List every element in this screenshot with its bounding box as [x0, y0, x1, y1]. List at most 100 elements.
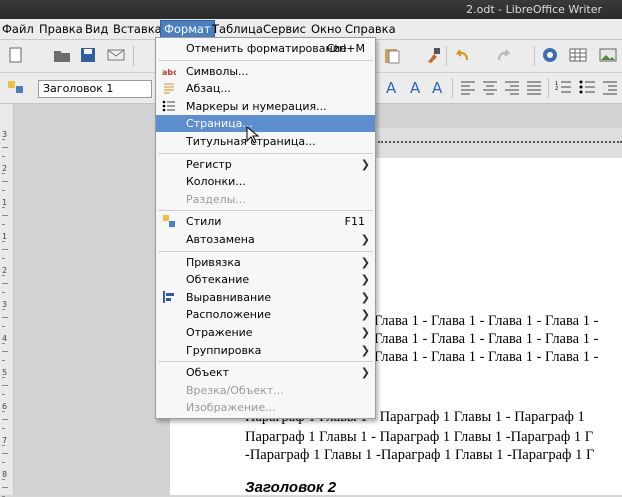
clone-formatting-icon[interactable]	[424, 46, 444, 64]
ruler-tick	[2, 257, 5, 259]
svg-text:A: A	[410, 79, 421, 96]
save-icon[interactable]	[78, 46, 98, 64]
bullets-icon	[162, 99, 176, 113]
format-menu-item[interactable]: Страница...	[156, 115, 375, 133]
ruler-tick	[2, 419, 8, 420]
ruler-tick	[2, 410, 5, 412]
ruler-tick	[2, 181, 8, 182]
ruler-tick	[2, 240, 5, 242]
menu-3[interactable]: Вставка	[113, 22, 162, 36]
menu-item-label: Объект	[186, 366, 230, 380]
align-center-icon[interactable]	[480, 78, 500, 96]
format-menu-item[interactable]: Отменить форматирование Ctrl+M	[156, 40, 375, 57]
menu-item-label: Абзац...	[186, 82, 231, 96]
format-menu-item[interactable]: Колонки...	[156, 173, 375, 190]
header-boundary	[378, 141, 622, 143]
ruler-tick	[2, 249, 8, 250]
menu-item-label: Отражение	[186, 326, 253, 339]
open-folder-icon[interactable]	[52, 46, 72, 64]
image-icon[interactable]	[598, 46, 618, 64]
align-icon	[162, 290, 176, 304]
format-menu-item[interactable]: Маркеры и нумерация...	[156, 98, 375, 115]
numbering-icon[interactable]: 12	[554, 78, 574, 96]
paragraph-line: Параграф 1 Главы 1 - Параграф 1 Главы 1 …	[245, 429, 594, 445]
redo-icon[interactable]	[494, 46, 514, 64]
char-bg-a-icon[interactable]: A	[428, 78, 448, 97]
ruler-tick	[2, 155, 5, 157]
undo-icon[interactable]	[452, 46, 472, 64]
justify-icon[interactable]	[524, 78, 544, 96]
menu-item-label: Отменить форматирование	[186, 42, 347, 55]
vertical-ruler[interactable]: 32112345678	[0, 104, 14, 497]
ruler-tick	[2, 317, 8, 318]
menu-5[interactable]: Таблица	[212, 22, 263, 36]
indent-icon[interactable]	[600, 78, 620, 96]
menu-0[interactable]: Файл	[2, 22, 34, 36]
format-menu-item[interactable]: Обтекание ❯	[156, 271, 375, 288]
format-menu-item[interactable]: Привязка ❯	[156, 254, 375, 271]
styles-icon[interactable]	[6, 78, 26, 96]
align-left-icon[interactable]	[458, 78, 478, 96]
paste-icon[interactable]	[382, 46, 402, 64]
ruler-tick	[2, 427, 5, 429]
new-document-icon[interactable]	[6, 46, 26, 64]
menu-item-shortcut: Ctrl+M	[326, 42, 365, 55]
format-menu-item[interactable]: Автозамена ❯	[156, 231, 375, 248]
window-title: 2.odt - LibreOffice Writer	[466, 3, 602, 16]
menu-item-label: Маркеры и нумерация...	[186, 99, 327, 113]
title-bar: 2.odt - LibreOffice Writer	[0, 0, 622, 19]
format-menu-item[interactable]: Абзац...	[156, 80, 375, 97]
ruler-tick	[2, 215, 8, 216]
menu-item-label: Врезка/Объект...	[186, 383, 284, 397]
menu-8[interactable]: Справка	[345, 22, 396, 36]
ruler-tick	[2, 478, 5, 480]
email-icon[interactable]	[106, 46, 126, 64]
ruler-tick	[2, 487, 8, 488]
ruler-tick	[2, 385, 8, 386]
menu-item-label: Символы...	[186, 64, 249, 78]
menu-separator	[158, 250, 373, 252]
menu-item-label: Стили	[186, 215, 222, 229]
ruler-tick	[2, 138, 5, 140]
menu-1[interactable]: Правка	[39, 22, 83, 36]
paragraph-line: -Параграф 1 Главы 1 -Параграф 1 Главы 1 …	[245, 447, 595, 463]
format-menu-item[interactable]: Титульная страница...	[156, 133, 375, 150]
ruler-tick	[2, 147, 8, 148]
format-menu-item[interactable]: Расположение ❯	[156, 306, 375, 323]
ruler-tick	[2, 453, 8, 454]
ruler-tick	[2, 351, 8, 352]
menu-7[interactable]: Окно	[311, 22, 342, 36]
format-menu-item[interactable]: Группировка ❯	[156, 342, 375, 359]
table-icon[interactable]	[568, 46, 588, 64]
navigator-icon[interactable]	[540, 46, 560, 64]
format-menu-item[interactable]: Стили F11	[156, 213, 375, 230]
chapter-line: Глава 1 - Глава 1 - Глава 1 - Глава 1 -	[374, 313, 599, 329]
menu-6[interactable]: Сервис	[263, 22, 306, 36]
format-menu-item: Врезка/Объект...	[156, 382, 375, 399]
menu-item-label: Автозамена	[186, 233, 255, 246]
chevron-right-icon: ❯	[360, 157, 370, 171]
chevron-right-icon: ❯	[360, 233, 370, 246]
menu-2[interactable]: Вид	[85, 22, 108, 36]
format-menu: Отменить форматирование Ctrl+M abc Символы.…	[155, 37, 376, 419]
ruler-tick	[2, 291, 5, 293]
format-menu-item[interactable]: Объект ❯	[156, 364, 375, 381]
menu-item-shortcut: F11	[344, 215, 365, 229]
ruler-tick	[2, 274, 5, 276]
chevron-right-icon: ❯	[360, 290, 370, 304]
menu-item-label: Страница...	[186, 117, 253, 131]
highlight-a-icon[interactable]: A	[406, 78, 426, 97]
format-menu-item[interactable]: Выравнивание ❯	[156, 289, 375, 306]
font-color-a-icon[interactable]: A	[382, 78, 402, 97]
format-menu-item[interactable]: abc Символы...	[156, 63, 375, 80]
format-menu-item[interactable]: Отражение ❯	[156, 324, 375, 341]
svg-text:A: A	[386, 79, 397, 96]
paragraph-style-combo[interactable]: Заголовок 1	[38, 80, 152, 98]
ruler-tick	[2, 283, 8, 284]
characters-icon: abc	[162, 64, 178, 78]
ruler-tick	[2, 172, 5, 174]
format-menu-item[interactable]: Регистр ❯	[156, 156, 375, 173]
svg-text:abc: abc	[162, 68, 176, 77]
bullets-icon[interactable]	[578, 78, 598, 96]
align-right-icon[interactable]	[502, 78, 522, 96]
